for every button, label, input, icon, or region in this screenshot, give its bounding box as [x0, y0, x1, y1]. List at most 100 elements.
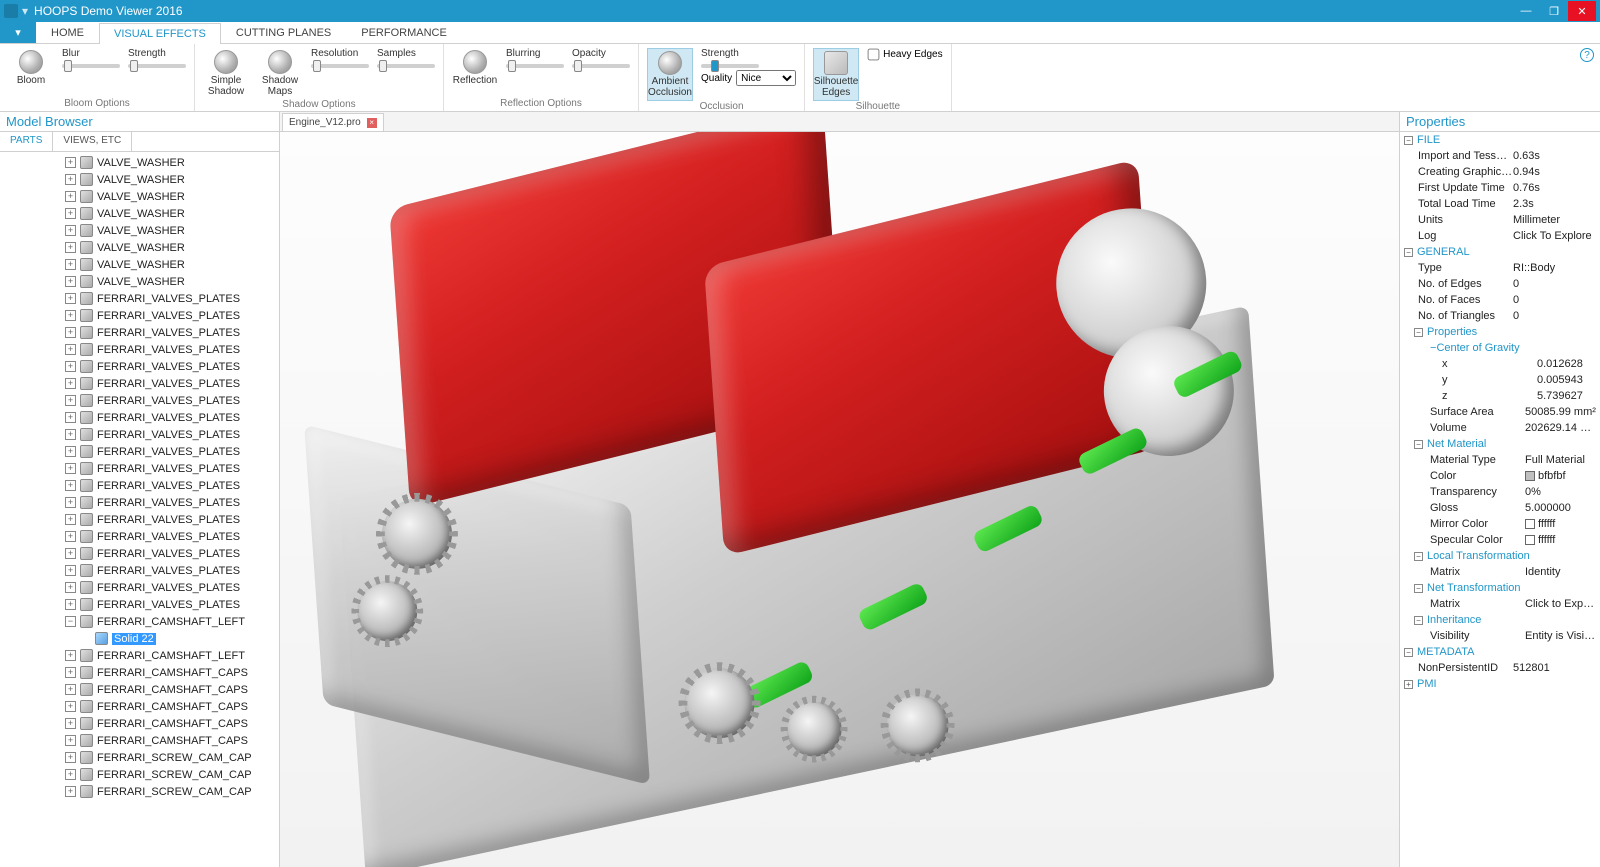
tree-item[interactable]: +FERRARI_CAMSHAFT_CAPS — [50, 732, 279, 749]
tree-item[interactable]: +VALVE_WASHER — [50, 222, 279, 239]
expand-icon[interactable]: + — [65, 395, 76, 406]
expand-icon[interactable]: − — [65, 616, 76, 627]
expand-icon[interactable]: + — [65, 174, 76, 185]
shadow-maps-button[interactable]: Shadow Maps — [257, 48, 303, 99]
tree-item[interactable]: +FERRARI_VALVES_PLATES — [50, 375, 279, 392]
model-tree[interactable]: +VALVE_WASHER+VALVE_WASHER+VALVE_WASHER+… — [0, 152, 279, 867]
shadow-samples-slider[interactable] — [377, 64, 435, 68]
expand-icon[interactable]: + — [65, 786, 76, 797]
heavy-edges-checkbox[interactable] — [868, 49, 880, 61]
expand-icon[interactable]: + — [65, 531, 76, 542]
expand-icon[interactable]: + — [65, 446, 76, 457]
file-tab[interactable]: ▾ — [0, 21, 36, 43]
occlusion-quality-select[interactable]: Nice — [736, 70, 796, 86]
property-subsection[interactable]: −Center of Gravity — [1400, 340, 1600, 356]
expand-icon[interactable]: + — [65, 327, 76, 338]
tree-item[interactable]: +FERRARI_CAMSHAFT_CAPS — [50, 681, 279, 698]
maximize-button[interactable]: ❐ — [1540, 1, 1568, 21]
expand-icon[interactable]: + — [65, 361, 76, 372]
tree-item[interactable]: +FERRARI_VALVES_PLATES — [50, 392, 279, 409]
tree-item[interactable]: +FERRARI_CAMSHAFT_CAPS — [50, 715, 279, 732]
tree-item[interactable]: +FERRARI_VALVES_PLATES — [50, 477, 279, 494]
expand-icon[interactable]: + — [65, 293, 76, 304]
expand-icon[interactable]: + — [65, 276, 76, 287]
3d-viewport[interactable] — [280, 132, 1399, 867]
tree-item[interactable]: +FERRARI_CAMSHAFT_CAPS — [50, 698, 279, 715]
tree-item[interactable]: +FERRARI_VALVES_PLATES — [50, 307, 279, 324]
help-icon[interactable]: ? — [1580, 48, 1594, 62]
property-subsection[interactable]: −Inheritance — [1400, 612, 1600, 628]
close-tab-icon[interactable]: × — [367, 118, 377, 128]
tree-item[interactable]: −FERRARI_CAMSHAFT_LEFT — [50, 613, 279, 630]
expand-icon[interactable]: + — [65, 242, 76, 253]
tree-item[interactable]: +VALVE_WASHER — [50, 273, 279, 290]
tree-item[interactable]: Solid 22 — [50, 630, 279, 647]
tree-item[interactable]: +FERRARI_SCREW_CAM_CAP — [50, 766, 279, 783]
expand-icon[interactable]: + — [65, 701, 76, 712]
property-section[interactable]: −METADATA — [1400, 644, 1600, 660]
tree-item[interactable]: +VALVE_WASHER — [50, 205, 279, 222]
expand-icon[interactable]: + — [65, 548, 76, 559]
bloom-strength-slider[interactable] — [128, 64, 186, 68]
expand-icon[interactable]: + — [65, 769, 76, 780]
tab-performance[interactable]: PERFORMANCE — [346, 22, 462, 43]
expand-icon[interactable]: + — [65, 684, 76, 695]
expand-icon[interactable]: + — [65, 735, 76, 746]
tab-home[interactable]: HOME — [36, 22, 99, 43]
reflection-opacity-slider[interactable] — [572, 64, 630, 68]
expand-icon[interactable]: + — [65, 157, 76, 168]
expand-icon[interactable]: + — [65, 378, 76, 389]
property-subsection[interactable]: −Properties — [1400, 324, 1600, 340]
expand-icon[interactable]: + — [65, 429, 76, 440]
silhouette-edges-button[interactable]: Silhouette Edges — [813, 48, 859, 101]
browser-tab-views[interactable]: VIEWS, ETC — [53, 132, 132, 151]
tree-item[interactable]: +VALVE_WASHER — [50, 256, 279, 273]
tab-cutting-planes[interactable]: CUTTING PLANES — [221, 22, 346, 43]
shadow-resolution-slider[interactable] — [311, 64, 369, 68]
property-section[interactable]: −FILE — [1400, 132, 1600, 148]
tree-item[interactable]: +FERRARI_VALVES_PLATES — [50, 545, 279, 562]
expand-icon[interactable]: + — [65, 463, 76, 474]
tree-item[interactable]: +FERRARI_VALVES_PLATES — [50, 358, 279, 375]
property-subsection[interactable]: −Net Material — [1400, 436, 1600, 452]
tree-item[interactable]: +FERRARI_VALVES_PLATES — [50, 409, 279, 426]
expand-icon[interactable]: + — [65, 667, 76, 678]
ambient-occlusion-button[interactable]: Ambient Occlusion — [647, 48, 693, 101]
tree-item[interactable]: +FERRARI_VALVES_PLATES — [50, 494, 279, 511]
expand-icon[interactable]: + — [65, 208, 76, 219]
tree-item[interactable]: +FERRARI_SCREW_CAM_CAP — [50, 749, 279, 766]
expand-icon[interactable]: + — [65, 259, 76, 270]
expand-icon[interactable]: + — [65, 412, 76, 423]
close-button[interactable]: ✕ — [1568, 1, 1596, 21]
document-tab[interactable]: Engine_V12.pro × — [282, 113, 384, 131]
tree-item[interactable]: +VALVE_WASHER — [50, 188, 279, 205]
simple-shadow-button[interactable]: Simple Shadow — [203, 48, 249, 99]
tree-item[interactable]: +FERRARI_VALVES_PLATES — [50, 596, 279, 613]
tree-item[interactable]: +FERRARI_VALVES_PLATES — [50, 528, 279, 545]
qat-dropdown-icon[interactable]: ▾ — [22, 4, 28, 18]
expand-icon[interactable]: + — [65, 599, 76, 610]
expand-icon[interactable]: + — [65, 191, 76, 202]
tree-item[interactable]: +FERRARI_VALVES_PLATES — [50, 511, 279, 528]
tree-item[interactable]: +FERRARI_VALVES_PLATES — [50, 460, 279, 477]
expand-icon[interactable]: + — [65, 565, 76, 576]
tree-item[interactable]: +FERRARI_VALVES_PLATES — [50, 579, 279, 596]
expand-icon[interactable]: + — [65, 718, 76, 729]
tree-item[interactable]: +VALVE_WASHER — [50, 239, 279, 256]
tree-item[interactable]: +FERRARI_CAMSHAFT_LEFT — [50, 647, 279, 664]
properties-list[interactable]: −FILEImport and Tessella...0.63sCreating… — [1400, 132, 1600, 867]
expand-icon[interactable]: + — [65, 225, 76, 236]
expand-icon[interactable]: + — [65, 480, 76, 491]
tree-item[interactable]: +FERRARI_CAMSHAFT_CAPS — [50, 664, 279, 681]
tree-item[interactable]: +FERRARI_VALVES_PLATES — [50, 290, 279, 307]
tree-item[interactable]: +VALVE_WASHER — [50, 154, 279, 171]
property-subsection[interactable]: −Net Transformation — [1400, 580, 1600, 596]
tree-item[interactable]: +FERRARI_VALVES_PLATES — [50, 426, 279, 443]
property-section[interactable]: +PMI — [1400, 676, 1600, 692]
expand-icon[interactable]: + — [65, 497, 76, 508]
reflection-blurring-slider[interactable] — [506, 64, 564, 68]
tree-item[interactable]: +FERRARI_VALVES_PLATES — [50, 562, 279, 579]
expand-icon[interactable]: + — [65, 344, 76, 355]
property-section[interactable]: −GENERAL — [1400, 244, 1600, 260]
expand-icon[interactable]: + — [65, 582, 76, 593]
